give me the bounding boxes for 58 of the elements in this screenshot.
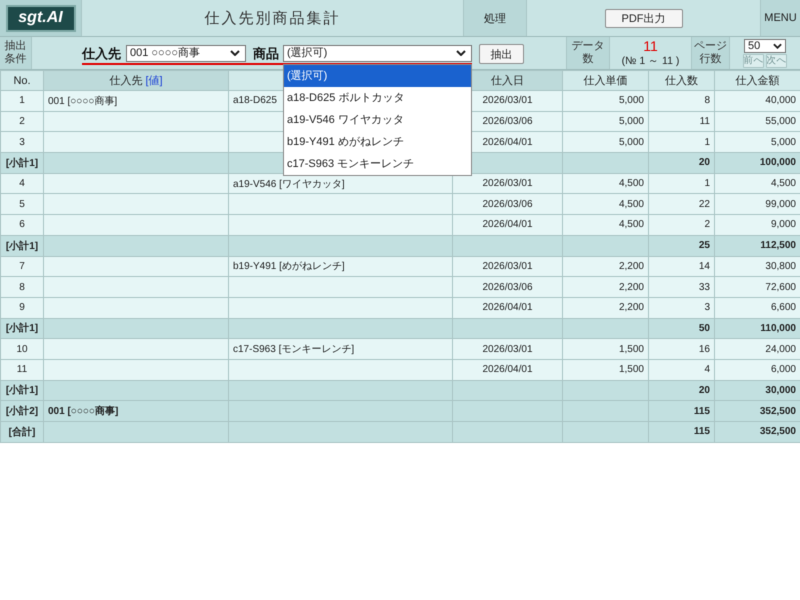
table-cell: 25 [648, 235, 714, 256]
header-label: 仕入先 [109, 75, 142, 87]
count-range: (№ 1 ～ 11 ) [622, 54, 680, 68]
page-size-select[interactable]: 50 [744, 38, 786, 52]
table-cell: 2,200 [562, 297, 648, 318]
product-label: 商品 [253, 44, 279, 62]
table-cell: 8 [0, 276, 44, 298]
dropdown-option[interactable]: c17-S963 モンキーレンチ [284, 152, 471, 174]
supplier-label: 仕入先 [82, 44, 121, 62]
table-cell: 2026/04/01 [452, 214, 562, 236]
supplier-select[interactable]: 001 ○○○○商事 [126, 44, 246, 62]
dropdown-option[interactable]: (選択可) [284, 64, 471, 86]
table-cell: [合計] [0, 422, 44, 442]
caret-icon [230, 50, 240, 56]
table-cell: 4 [648, 359, 714, 380]
table-cell: 2,200 [562, 276, 648, 298]
count-label: データ数 [567, 37, 610, 69]
table-cell: [小計1] [0, 235, 44, 256]
table-cell: 16 [648, 338, 714, 360]
table-cell: 33 [648, 276, 714, 298]
table-cell: 115 [648, 422, 714, 442]
table-cell: 9 [0, 297, 44, 318]
filter-label: 抽出条件 [0, 37, 32, 69]
table-cell: 6 [0, 214, 44, 236]
table-cell: 2026/04/01 [452, 297, 562, 318]
table-cell: [小計1] [0, 152, 44, 174]
table-cell: 11 [0, 359, 44, 380]
table-cell: 001 [○○○○商事] [44, 90, 228, 112]
column-header: 仕入数 [648, 70, 714, 90]
page-title: 仕入先別商品集計 [204, 8, 340, 28]
table-cell: 8 [648, 90, 714, 112]
table-cell: 20 [648, 152, 714, 174]
pdf-export-button[interactable]: PDF出力 [604, 8, 682, 28]
table-cell: 4,500 [562, 214, 648, 236]
table-cell: 1,500 [562, 359, 648, 380]
table-cell: 1,500 [562, 338, 648, 360]
table-cell: 2026/04/01 [452, 359, 562, 380]
logo: sgt.AI [6, 4, 76, 32]
table-cell: 1 [0, 90, 44, 112]
column-header: 仕入金額 [714, 70, 800, 90]
table-cell: 5,000 [562, 90, 648, 112]
table-cell: 2026/03/06 [452, 276, 562, 298]
table-cell: c17-S963 [モンキーレンチ] [228, 338, 452, 360]
column-header: 仕入単価 [562, 70, 648, 90]
extract-button[interactable]: 抽出 [479, 44, 524, 64]
table-cell: 2026/03/01 [452, 338, 562, 360]
data-count: 11 [643, 38, 658, 54]
product-select[interactable]: (選択可) [283, 44, 472, 62]
table-cell: 10 [0, 338, 44, 360]
section-label: 処理 [464, 0, 527, 36]
menu-button[interactable]: MENU [761, 0, 800, 36]
value-link[interactable]: [値] [145, 75, 163, 87]
table-cell: 2 [648, 214, 714, 236]
caret-icon [773, 42, 782, 48]
table-cell: 3 [648, 297, 714, 318]
rows-label: ページ行数 [692, 37, 730, 69]
column-header: No. [0, 70, 44, 90]
caret-icon [456, 50, 466, 56]
